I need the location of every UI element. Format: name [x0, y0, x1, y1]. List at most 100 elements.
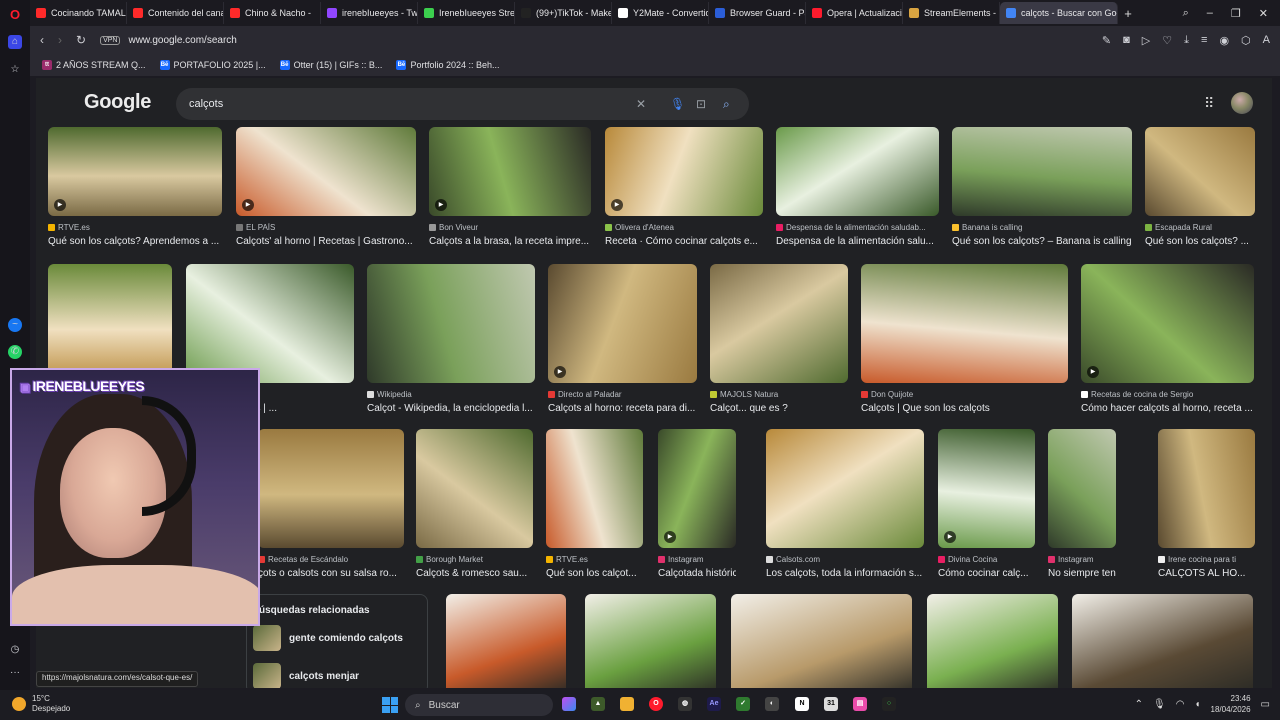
result-thumbnail[interactable] [1048, 429, 1116, 548]
vpn-badge[interactable]: VPN [100, 35, 121, 45]
search-query[interactable]: calçots [189, 98, 223, 110]
image-result[interactable]: Escapada Rural Qué son los calçots? ... [1145, 127, 1255, 254]
history-icon[interactable]: ◷ [8, 643, 22, 657]
avatar[interactable] [1231, 92, 1253, 114]
result-title[interactable]: No siempre tenem... [1048, 568, 1116, 579]
url-field[interactable]: www.google.com/search [128, 35, 236, 46]
download-icon[interactable]: ⤓ [1184, 34, 1189, 47]
result-source[interactable]: Despensa de la alimentación saludab... [776, 223, 939, 232]
windows-start-icon[interactable] [382, 697, 398, 713]
obs-icon[interactable]: ◍ [678, 697, 692, 711]
browser-tab[interactable]: Contenido del canal [127, 2, 224, 24]
image-result[interactable]: MAJOLS Natura Calçot... que es ? [710, 264, 848, 421]
result-title[interactable]: Cómo hacer calçots al horno, receta ... [1081, 403, 1254, 414]
reload-icon[interactable]: ↻ [76, 33, 86, 47]
result-thumbnail[interactable]: ▶ [548, 264, 697, 383]
maximize-button[interactable]: ❐ [1231, 7, 1241, 20]
browser-tab[interactable]: Opera | Actualizació [806, 2, 903, 24]
result-title[interactable]: Calçots' al horno | Recetas | Gastrono..… [236, 236, 416, 247]
browser-tab[interactable]: IrenebIueeyes Stream [418, 2, 515, 24]
result-source[interactable]: Instagram [658, 555, 736, 564]
result-title[interactable]: Qué son los calçots? ... [1145, 236, 1255, 247]
result-thumbnail[interactable] [1158, 429, 1255, 548]
chevron-up-icon[interactable]: ⌃ [1135, 699, 1143, 710]
image-result[interactable]: ▶ Bon Viveur Calçots a la brasa, la receta… [429, 127, 591, 254]
lens-icon[interactable]: ⊡ [696, 97, 706, 111]
browser-tab[interactable]: Y2Mate - Convertido [612, 2, 709, 24]
google-logo[interactable]: Google [84, 91, 151, 114]
image-result[interactable]: ▶ Olivera d'Atenea Receta · Cómo cocinar c… [605, 127, 763, 254]
result-thumbnail[interactable] [258, 429, 404, 548]
result-title[interactable]: CALÇOTS AL HO... [1158, 568, 1255, 579]
image-result[interactable]: ▶ Divina Cocina Cómo cocinar calç... [938, 429, 1035, 586]
result-source[interactable]: Irene cocina para ti [1158, 555, 1255, 564]
image-result[interactable]: Banana is calling Qué son los calçots? – … [952, 127, 1132, 254]
result-title[interactable]: Calçots | Que son los calçots [861, 403, 1068, 414]
image-result[interactable]: Irene cocina para ti CALÇOTS AL HO... [1158, 429, 1255, 586]
image-result[interactable]: ▶ Directo al Paladar Calçots al horno: rec… [548, 264, 697, 421]
result-source[interactable]: Calsots.com [766, 555, 924, 564]
result-title[interactable]: Qué son los calçots? Aprendemos a ... [48, 236, 222, 247]
result-thumbnail[interactable] [952, 127, 1132, 216]
result-thumbnail[interactable] [861, 264, 1068, 383]
microphone-icon[interactable]: 🎙 [670, 97, 685, 111]
image-result[interactable]: RTVE.es Qué son los calçot... [546, 429, 643, 586]
notifications-icon[interactable]: ▭ [1261, 699, 1270, 710]
menu-icon[interactable]: ≡ [1201, 34, 1207, 47]
heart-icon[interactable]: ♡ [1162, 34, 1172, 47]
result-source[interactable]: Recetas de cocina de Sergio [1081, 390, 1254, 399]
image-result[interactable]: Recetas de Escándalo çots o calsots con s… [258, 429, 404, 586]
result-thumbnail[interactable]: ▶ [48, 127, 222, 216]
opera-icon[interactable]: O [649, 697, 663, 711]
result-thumbnail[interactable] [48, 264, 172, 383]
app-icon-green[interactable]: ✓ [736, 697, 750, 711]
microphone-icon[interactable]: 🎙 [1153, 699, 1166, 710]
result-title[interactable]: Calçots a la brasa, la receta impre... [429, 236, 591, 247]
messenger-icon[interactable]: ~ [8, 318, 22, 332]
star-icon[interactable]: ☆ [8, 63, 22, 77]
search-icon[interactable]: ⌕ [723, 97, 730, 112]
app-icon[interactable]: ▲ [591, 697, 605, 711]
result-thumbnail[interactable] [585, 594, 716, 688]
back-icon[interactable]: ‹ [40, 33, 44, 47]
result-thumbnail[interactable]: ▶ [605, 127, 763, 216]
whatsapp-icon[interactable]: ✆ [8, 345, 22, 359]
search-box[interactable]: calçots ✕ 🎙 ⊡ ⌕ [176, 88, 749, 120]
result-thumbnail[interactable]: ▶ [429, 127, 591, 216]
result-thumbnail[interactable] [367, 264, 535, 383]
result-thumbnail[interactable] [446, 594, 566, 688]
result-title[interactable]: çots o calsots con su salsa ro... [258, 568, 404, 579]
browser-tab[interactable]: irenebIueeyes - Twitc [321, 2, 418, 24]
result-title[interactable]: Calçots & romesco sau... [416, 568, 533, 579]
image-result[interactable]: ▶ Instagram Calçotada histórica... [658, 429, 736, 586]
result-source[interactable]: Divina Cocina [938, 555, 1035, 564]
calendar-icon[interactable]: 31 [824, 697, 838, 711]
result-source[interactable]: Escapada Rural [1145, 223, 1255, 232]
result-title[interactable]: Calçotada histórica... [658, 568, 736, 579]
result-source[interactable]: RTVE.es [546, 555, 643, 564]
result-source[interactable]: Recetas de Escándalo [258, 555, 404, 564]
search-tabs-icon[interactable]: ⌕ [1183, 7, 1189, 20]
result-source[interactable]: Don Quijote [861, 390, 1068, 399]
image-result[interactable]: Wikipedia Calçot - Wikipedia, la enciclop… [367, 264, 535, 421]
result-source[interactable]: Bon Viveur [429, 223, 591, 232]
result-title[interactable]: Los calçots, toda la información s... [766, 568, 924, 579]
result-thumbnail[interactable] [731, 594, 912, 688]
result-thumbnail[interactable]: ▶ [236, 127, 416, 216]
minimize-button[interactable]: – [1207, 7, 1213, 20]
taskbar-search[interactable]: ⌕ Buscar [405, 694, 553, 716]
result-title[interactable]: Despensa de la alimentación salu... [776, 236, 939, 247]
app-icon-circle[interactable]: ◐ [765, 697, 779, 711]
forward-icon[interactable]: › [58, 33, 62, 47]
app-icon-pink[interactable]: ▤ [853, 697, 867, 711]
result-source[interactable]: Directo al Paladar [548, 390, 697, 399]
copilot-icon[interactable] [562, 697, 576, 711]
result-thumbnail[interactable] [766, 429, 924, 548]
result-title[interactable]: Calçot... que es ? [710, 403, 848, 414]
image-result[interactable]: Don Quijote Calçots | Que son los calçots [861, 264, 1068, 421]
bookmark-item[interactable]: tt 2 AÑOS STREAM Q... [42, 60, 146, 70]
after-effects-icon[interactable]: Ae [707, 697, 721, 711]
notion-icon[interactable]: N [795, 697, 809, 711]
browser-tab[interactable]: StreamElements - Mu [903, 2, 1000, 24]
result-thumbnail[interactable]: ▶ [658, 429, 736, 548]
